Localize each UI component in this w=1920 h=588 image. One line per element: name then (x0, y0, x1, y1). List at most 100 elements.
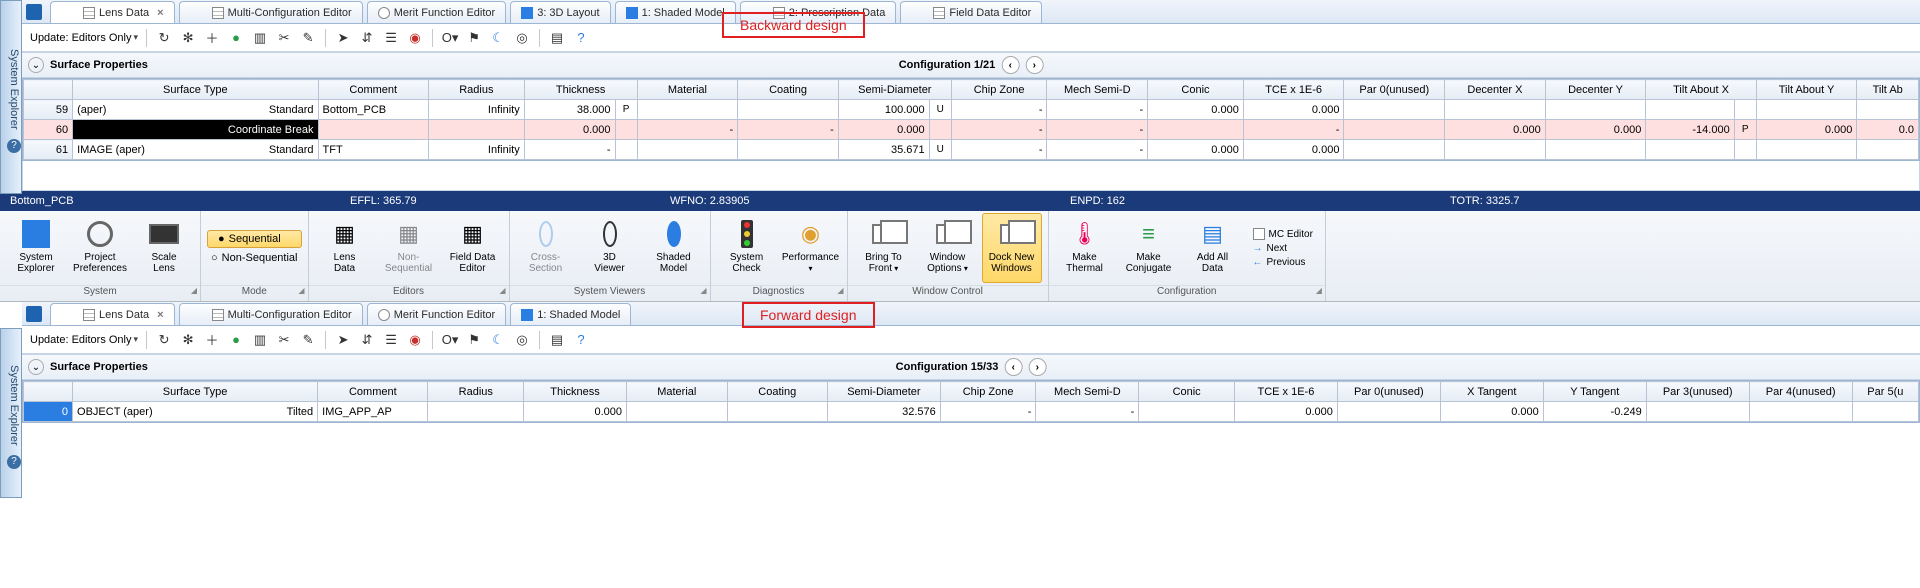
arrow2-icon[interactable]: ⇵ (358, 29, 376, 47)
lens-data-grid-top[interactable]: Surface TypeCommentRadiusThicknessMateri… (22, 78, 1920, 161)
settings-icon[interactable]: ✻ (179, 331, 197, 349)
configuration-label: Configuration 1/21 (899, 59, 996, 71)
globe-icon[interactable]: ● (227, 331, 245, 349)
status-effl: EFFL: 365.79 (340, 195, 660, 207)
moon-icon[interactable]: ☾ (489, 29, 507, 47)
plus-icon[interactable]: ＋ (203, 331, 221, 349)
settings-icon[interactable]: ✻ (179, 29, 197, 47)
expand-toggle[interactable]: ⌄ (28, 57, 44, 73)
tab-field-data[interactable]: Field Data Editor (900, 1, 1042, 23)
config-prev-button[interactable]: ‹ (1001, 56, 1019, 74)
table-row[interactable]: 60 Coordinate Break 0.000 -- 0.000 -- - … (24, 120, 1919, 140)
globe-icon[interactable]: ● (227, 29, 245, 47)
tab-prescription[interactable]: 2: Prescription Data (740, 1, 897, 23)
lens-data-grid-bottom[interactable]: Surface TypeCommentRadiusThicknessMateri… (22, 380, 1920, 423)
nonsequential-editor-button: ▦Non-Sequential (379, 213, 439, 283)
close-icon[interactable]: × (157, 309, 163, 321)
add-all-data-button[interactable]: ▤Add AllData (1183, 213, 1243, 283)
tool-icon[interactable]: ✎ (299, 331, 317, 349)
flag-icon[interactable]: ⚑ (465, 29, 483, 47)
system-explorer-tab[interactable]: System Explorer ? (0, 0, 22, 194)
tab-multi-config[interactable]: Multi-Configuration Editor (179, 1, 363, 23)
bring-to-front-button[interactable]: Bring ToFront (854, 213, 914, 283)
surface-properties-label: Surface Properties (50, 59, 148, 71)
tab-lens-data[interactable]: Lens Data× (50, 303, 175, 325)
table-row[interactable]: 61 IMAGE (aper)Standard TFT Infinity - 3… (24, 140, 1919, 160)
tab-label: Field Data Editor (949, 7, 1031, 19)
editor-tabstrip-top: Lens Data× Multi-Configuration Editor Me… (22, 0, 1920, 24)
nseq-dot-icon: ○ (211, 252, 218, 264)
config-prev-button[interactable]: ‹ (1004, 358, 1022, 376)
sequential-mode-toggle[interactable]: ●Sequential (207, 230, 302, 248)
circle-icon[interactable]: O▾ (441, 29, 459, 47)
update-mode-dropdown[interactable]: Update: Editors Only (30, 32, 138, 44)
tab-3d-layout[interactable]: 3: 3D Layout (510, 1, 610, 23)
tab-multi-config[interactable]: Multi-Configuration Editor (179, 303, 363, 325)
3d-viewer-button[interactable]: 3DViewer (580, 213, 640, 283)
stack-icon[interactable]: ☰ (382, 331, 400, 349)
field-data-editor-button[interactable]: ▦Field DataEditor (443, 213, 503, 283)
lens-data-button[interactable]: ▦LensData (315, 213, 375, 283)
help-icon[interactable]: ? (572, 29, 590, 47)
ribbon: SystemExplorer ProjectPreferences ScaleL… (0, 211, 1920, 301)
circle-icon[interactable]: O▾ (441, 331, 459, 349)
cut-icon[interactable]: ✂ (275, 331, 293, 349)
tab-lens-data[interactable]: Lens Data× (50, 1, 175, 23)
system-explorer-button[interactable]: SystemExplorer (6, 213, 66, 283)
seq-dot-icon: ● (218, 233, 225, 245)
arrow-icon[interactable]: ➤ (334, 29, 352, 47)
system-explorer-tab[interactable]: System Explorer ? (0, 328, 22, 498)
doc-icon[interactable]: ▤ (548, 331, 566, 349)
nonsequential-mode-toggle[interactable]: ○Non-Sequential (207, 250, 302, 266)
moon-icon[interactable]: ☾ (489, 331, 507, 349)
arrow2-icon[interactable]: ⇵ (358, 331, 376, 349)
help-icon[interactable]: ? (572, 331, 590, 349)
tab-shaded-model[interactable]: 1: Shaded Model (615, 1, 736, 23)
shaded-model-button[interactable]: ShadedModel (644, 213, 704, 283)
system-explorer-label: System Explorer (8, 49, 20, 130)
help-icon[interactable]: ? (7, 139, 21, 153)
status-wfno: WFNO: 2.83905 (660, 195, 1060, 207)
update-mode-dropdown[interactable]: Update: Editors Only (30, 334, 138, 346)
config-prev-link[interactable]: ←Previous (1249, 256, 1317, 269)
chart-icon[interactable]: ▥ (251, 331, 269, 349)
project-preferences-button[interactable]: ProjectPreferences (70, 213, 130, 283)
performance-button[interactable]: ◉Performance (781, 213, 841, 283)
scale-lens-button[interactable]: ScaleLens (134, 213, 194, 283)
config-next-button[interactable]: › (1025, 56, 1043, 74)
config-next-link[interactable]: →Next (1249, 242, 1317, 255)
dock-new-windows-button[interactable]: Dock NewWindows (982, 213, 1042, 283)
palette-icon[interactable]: ◉ (406, 331, 424, 349)
doc-icon[interactable]: ▤ (548, 29, 566, 47)
refresh-icon[interactable]: ↻ (155, 29, 173, 47)
palette-icon[interactable]: ◉ (406, 29, 424, 47)
make-thermal-button[interactable]: 🌡MakeThermal (1055, 213, 1115, 283)
table-row[interactable]: 0 OBJECT (aper)Tilted IMG_APP_AP 0.000 3… (24, 402, 1919, 422)
make-conjugate-button[interactable]: ≡MakeConjugate (1119, 213, 1179, 283)
chart-icon[interactable]: ▥ (251, 29, 269, 47)
target-icon[interactable]: ◎ (513, 29, 531, 47)
flag-icon[interactable]: ⚑ (465, 331, 483, 349)
arrow-icon[interactable]: ➤ (334, 331, 352, 349)
tool-icon[interactable]: ✎ (299, 29, 317, 47)
expand-toggle[interactable]: ⌄ (28, 359, 44, 375)
arrow-left-icon: ← (1253, 257, 1263, 268)
config-next-button[interactable]: › (1028, 358, 1046, 376)
plus-icon[interactable]: ＋ (203, 29, 221, 47)
table-header-row: Surface TypeCommentRadiusThicknessMateri… (24, 382, 1919, 402)
window-options-button[interactable]: WindowOptions (918, 213, 978, 283)
tab-merit-function[interactable]: Merit Function Editor (367, 1, 506, 23)
refresh-icon[interactable]: ↻ (155, 331, 173, 349)
cut-icon[interactable]: ✂ (275, 29, 293, 47)
table-row[interactable]: 59 (aper)Standard Bottom_PCB Infinity 38… (24, 100, 1919, 120)
system-check-button[interactable]: SystemCheck (717, 213, 777, 283)
mc-editor-link[interactable]: MC Editor (1249, 227, 1317, 241)
group-configuration-label: Configuration (1049, 285, 1325, 301)
tab-merit-function[interactable]: Merit Function Editor (367, 303, 506, 325)
tab-shaded-model[interactable]: 1: Shaded Model (510, 303, 631, 325)
close-icon[interactable]: × (157, 7, 163, 19)
surface-properties-header-top: ⌄ Surface Properties Configuration 1/21 … (22, 52, 1920, 78)
help-icon[interactable]: ? (7, 455, 21, 469)
stack-icon[interactable]: ☰ (382, 29, 400, 47)
target-icon[interactable]: ◎ (513, 331, 531, 349)
